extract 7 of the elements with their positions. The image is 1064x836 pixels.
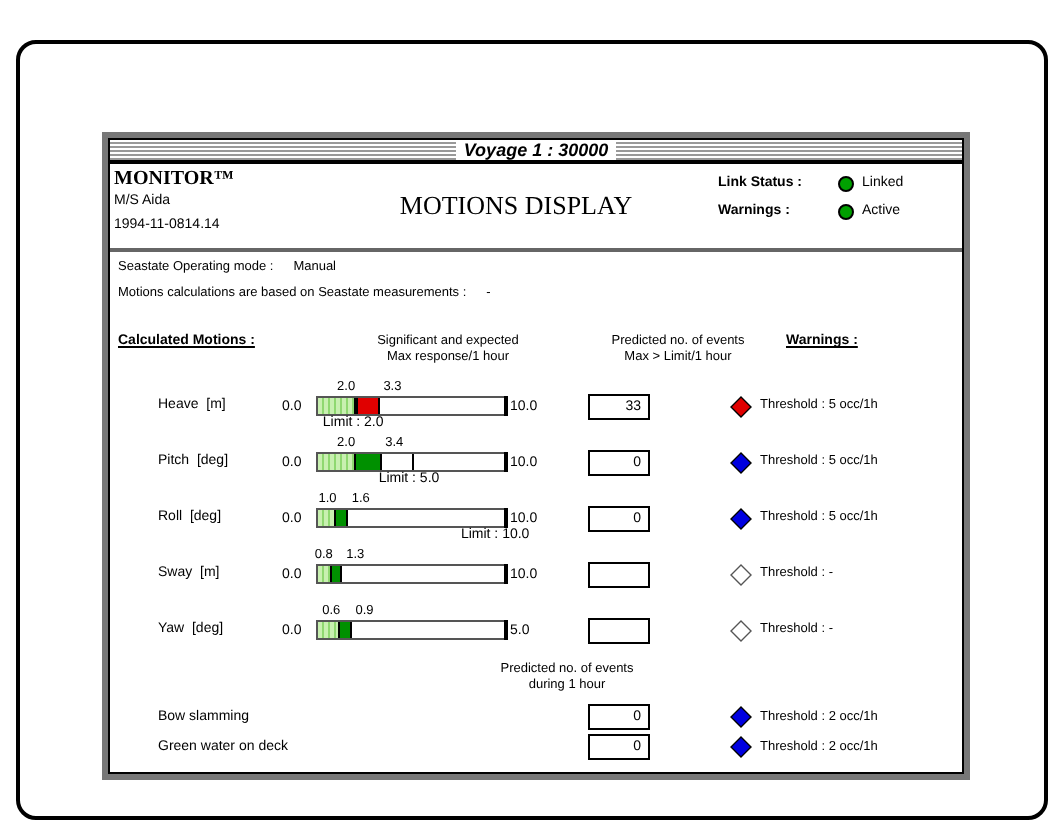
display-title: MOTIONS DISPLAY <box>399 190 633 220</box>
events-field <box>587 561 649 587</box>
warning-diamond-icon <box>730 563 752 585</box>
events-field <box>587 617 649 643</box>
window-title: Voyage 1 : 30000 <box>455 140 617 160</box>
app-name: MONITOR™ <box>114 168 236 190</box>
warning-diamond-icon <box>730 619 752 641</box>
